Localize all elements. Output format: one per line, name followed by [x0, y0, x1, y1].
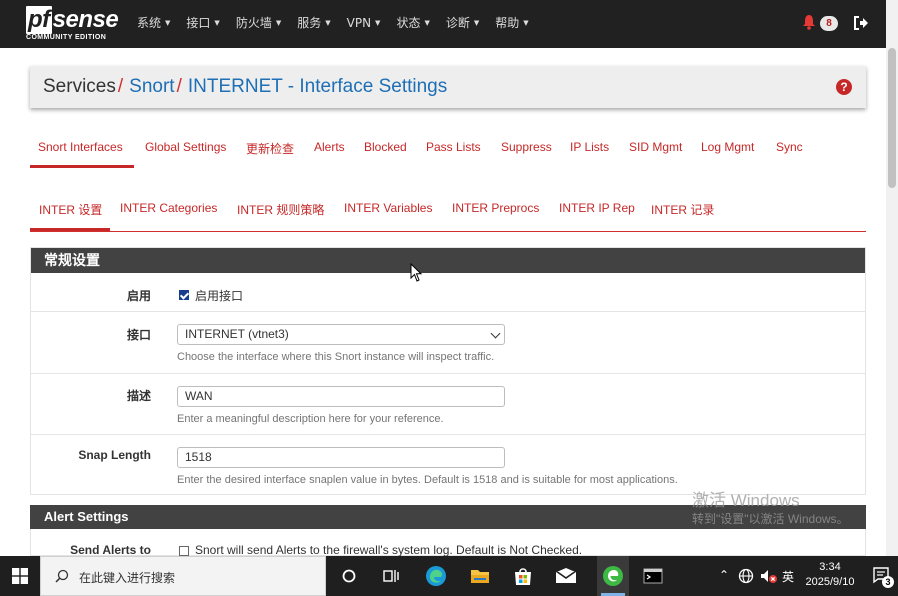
bell-icon[interactable]	[802, 14, 816, 30]
scrollbar-thumb[interactable]	[888, 48, 896, 188]
menu-interfaces[interactable]: 接口 ▼	[186, 0, 219, 48]
ime-indicator[interactable]: 英	[782, 568, 794, 585]
snaplen-help: Enter the desired interface snaplen valu…	[177, 474, 678, 486]
tab-inter-categories[interactable]: INTER Categories	[120, 201, 217, 215]
general-settings-panel: 常规设置 启用 启用接口 接口 INTERNET (vtnet3) Choose…	[30, 247, 866, 495]
tab-log-mgmt[interactable]: Log Mgmt	[701, 140, 754, 154]
tab-ip-lists[interactable]: IP Lists	[570, 140, 609, 154]
clock-time: 3:34	[819, 561, 841, 573]
main-menu: 系统 ▼ 接口 ▼ 防火墙 ▼ 服务 ▼ VPN ▼ 状态 ▼ 诊断 ▼ 帮助 ▼	[137, 0, 545, 48]
browser-app-icon[interactable]	[601, 564, 625, 588]
help-icon[interactable]: ?	[836, 79, 852, 95]
logout-icon[interactable]	[853, 15, 869, 31]
description-label: 描述	[126, 389, 151, 403]
terminal-icon[interactable]	[641, 564, 665, 588]
snaplen-input[interactable]: 1518	[177, 447, 505, 468]
description-input[interactable]: WAN	[177, 386, 505, 407]
edge-icon[interactable]	[424, 564, 448, 588]
system-clock[interactable]: 3:34 2025/9/10	[800, 560, 860, 590]
tab-blocked[interactable]: Blocked	[364, 140, 407, 154]
tab-global-settings[interactable]: Global Settings	[145, 140, 226, 154]
breadcrumb-page-link[interactable]: INTERNET - Interface Settings	[188, 76, 447, 97]
menu-status[interactable]: 状态 ▼	[396, 0, 429, 48]
breadcrumb-services: Services	[43, 76, 116, 97]
menu-firewall[interactable]: 防火墙 ▼	[236, 0, 281, 48]
chevron-down-icon	[490, 328, 501, 339]
tab-inter-variables[interactable]: INTER Variables	[344, 201, 432, 215]
breadcrumb-separator: /	[117, 76, 124, 97]
tab-sync[interactable]: Sync	[776, 140, 803, 154]
taskbar-search-box[interactable]: 在此键入进行搜索	[40, 556, 326, 596]
task-view-icon[interactable]	[380, 564, 404, 588]
enable-label: 启用	[126, 289, 151, 303]
interface-row: 接口 INTERNET (vtnet3) Choose the interfac…	[31, 311, 865, 373]
edition-label: COMMUNITY EDITION	[26, 34, 107, 41]
tab-alerts[interactable]: Alerts	[314, 140, 345, 154]
tab-inter-rules[interactable]: INTER 规则策略	[237, 201, 324, 218]
windows-start-icon[interactable]	[12, 568, 28, 584]
activation-watermark-subtitle: 转到"设置"以激活 Windows。	[692, 512, 849, 526]
top-navbar: pf sense COMMUNITY EDITION 系统 ▼ 接口 ▼ 防火墙 ▼ 服…	[0, 0, 898, 48]
breadcrumb-panel: Services / Snort / INTERNET - Interface Sett…	[30, 66, 866, 108]
send-alerts-checkbox-label[interactable]: Snort will send Alerts to the firewall's…	[195, 543, 582, 557]
enable-checkbox-label[interactable]: 启用接口	[195, 287, 243, 304]
tray-expand-chevron-icon[interactable]: ⌃	[719, 568, 729, 582]
cortana-icon[interactable]	[337, 564, 361, 588]
menu-diagnostics[interactable]: 诊断 ▼	[446, 0, 479, 48]
mouse-cursor-icon	[410, 263, 423, 282]
network-icon[interactable]	[738, 568, 754, 584]
interface-label: 接口	[126, 328, 151, 342]
volume-muted-icon[interactable]	[760, 568, 778, 584]
tab-inter-preprocs[interactable]: INTER Preprocs	[452, 201, 539, 215]
description-help: Enter a meaningful description here for …	[177, 413, 444, 425]
enable-checkbox[interactable]	[179, 290, 189, 300]
mail-icon[interactable]	[554, 564, 578, 588]
file-explorer-icon[interactable]	[468, 564, 492, 588]
tab-inter-ip-rep[interactable]: INTER IP Rep	[559, 201, 635, 215]
enable-row: 启用 启用接口	[31, 273, 865, 311]
breadcrumb-separator: /	[176, 76, 182, 97]
tab-inter-logs[interactable]: INTER 记录	[651, 201, 714, 218]
send-alerts-checkbox[interactable]	[179, 546, 189, 556]
microsoft-store-icon[interactable]	[511, 564, 535, 588]
activation-watermark-title: 激活 Windows	[692, 491, 800, 510]
tab-suppress[interactable]: Suppress	[501, 140, 552, 154]
send-alerts-label: Send Alerts to	[70, 543, 151, 557]
active-tab-indicator	[30, 165, 134, 168]
menu-help[interactable]: 帮助 ▼	[495, 0, 528, 48]
menu-vpn[interactable]: VPN ▼	[347, 0, 381, 48]
subtabs-divider	[30, 231, 866, 232]
tab-inter-settings[interactable]: INTER 设置	[39, 201, 102, 218]
breadcrumb: Services / Snort / INTERNET - Interface Sett…	[43, 76, 447, 98]
logo-wordmark: pf sense	[26, 6, 119, 34]
description-row: 描述 WAN Enter a meaningful description he…	[31, 373, 865, 434]
tab-sid-mgmt[interactable]: SID Mgmt	[629, 140, 682, 154]
search-placeholder: 在此键入进行搜索	[79, 571, 176, 585]
interface-select[interactable]: INTERNET (vtnet3)	[177, 324, 505, 345]
menu-services[interactable]: 服务 ▼	[297, 0, 330, 48]
windows-taskbar: 在此键入进行搜索 ⌃ 英 3:34 2025/9/10 3	[0, 556, 898, 596]
panel-title: 常规设置	[31, 248, 865, 273]
tab-updates[interactable]: 更新检查	[246, 140, 294, 157]
menu-system[interactable]: 系统 ▼	[137, 0, 170, 48]
tab-snort-interfaces[interactable]: Snort Interfaces	[38, 140, 123, 154]
snaplen-label: Snap Length	[78, 448, 151, 462]
tab-pass-lists[interactable]: Pass Lists	[426, 140, 481, 154]
clock-date: 2025/9/10	[805, 576, 855, 588]
breadcrumb-snort-link[interactable]: Snort	[129, 76, 174, 97]
pfsense-logo[interactable]: pf sense COMMUNITY EDITION	[26, 6, 122, 44]
alert-settings-panel: Send Alerts to Snort will send Alerts to…	[30, 529, 866, 557]
notification-badge[interactable]: 8	[820, 16, 838, 31]
interface-help: Choose the interface where this Snort in…	[177, 351, 495, 363]
search-icon	[55, 569, 69, 583]
notification-count-badge: 3	[882, 576, 894, 588]
